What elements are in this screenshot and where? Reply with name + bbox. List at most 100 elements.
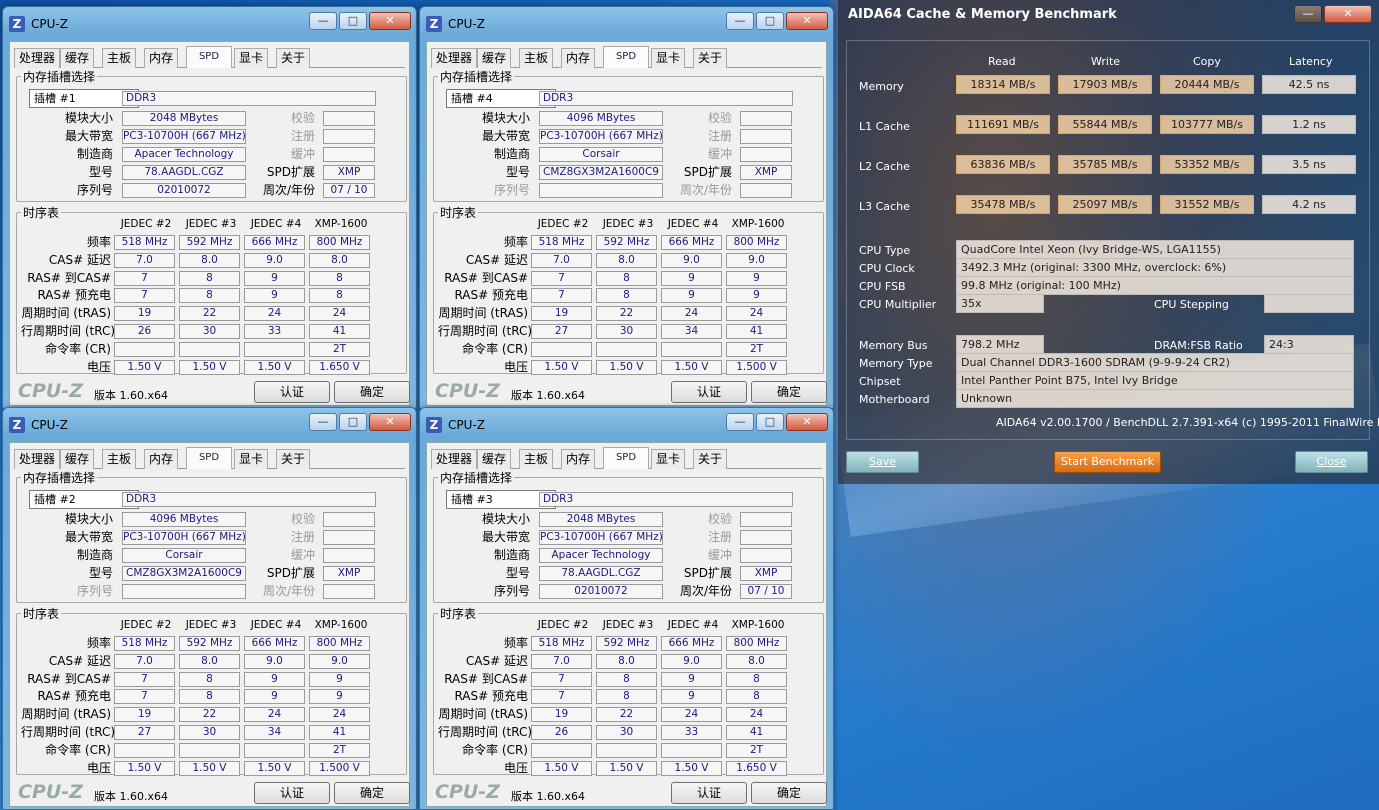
timing-cell: 9 <box>726 288 787 304</box>
minimize-button[interactable]: — <box>726 413 754 431</box>
ok-button[interactable]: 确定 <box>334 381 410 403</box>
title-bar[interactable]: Z CPU-Z — □ ✕ <box>3 408 416 438</box>
timing-row-label: CAS# 延迟 <box>465 653 528 668</box>
timing-cell: 8.0 <box>596 653 657 669</box>
aida-title: AIDA64 Cache & Memory Benchmark <box>848 7 1117 22</box>
tab-mainboard[interactable]: 主板 <box>519 449 554 469</box>
close-button[interactable]: ✕ <box>786 12 828 30</box>
bench-value: 3.5 ns <box>1262 155 1356 174</box>
timing-cell: 9 <box>244 689 305 705</box>
tab-mainboard[interactable]: 主板 <box>102 48 137 68</box>
maximize-button[interactable]: □ <box>756 12 784 30</box>
tab-cpu[interactable]: 处理器 <box>14 449 61 469</box>
tab-caches[interactable]: 缓存 <box>60 48 95 68</box>
timing-cell: 800 MHz <box>309 235 370 250</box>
timing-cell: 9 <box>661 270 722 286</box>
tab-memory[interactable]: 内存 <box>561 449 596 469</box>
timing-row-label: RAS# 到CAS# <box>27 671 111 686</box>
close-button[interactable]: ✕ <box>786 413 828 431</box>
timing-cell: 7 <box>531 270 592 286</box>
timing-row-label: 频率 <box>86 235 111 249</box>
tab-cpu[interactable]: 处理器 <box>431 449 478 469</box>
tab-spd[interactable]: SPD <box>186 447 232 469</box>
col-header: JEDEC #2 <box>120 218 172 230</box>
timing-row-label: RAS# 预充电 <box>37 288 111 303</box>
checksum-label: 校验 <box>707 111 732 125</box>
tab-cpu[interactable]: 处理器 <box>431 48 478 68</box>
bench-value: 63836 MB/s <box>956 155 1050 174</box>
manufacturer-label: 制造商 <box>76 548 113 562</box>
bench-value: 53352 MB/s <box>1160 155 1254 174</box>
title-bar[interactable]: Z CPU-Z — □ ✕ <box>3 7 416 37</box>
timing-cell: 800 MHz <box>309 636 370 651</box>
close-button[interactable]: ✕ <box>369 413 411 431</box>
timing-row-label: 行周期时间 (tRC) <box>21 324 116 338</box>
tab-mainboard[interactable]: 主板 <box>519 48 554 68</box>
tab-graphics[interactable]: 显卡 <box>234 449 269 469</box>
timing-row-label: 行周期时间 (tRC) <box>438 725 533 739</box>
manufacturer-value: Corsair <box>122 548 246 563</box>
tab-graphics[interactable]: 显卡 <box>234 48 269 68</box>
minimize-button[interactable]: — <box>309 12 337 30</box>
tab-memory[interactable]: 内存 <box>561 48 596 68</box>
col-header: JEDEC #2 <box>537 218 589 230</box>
tab-spd[interactable]: SPD <box>603 46 649 68</box>
timing-cell: 9.0 <box>726 252 787 268</box>
tab-memory[interactable]: 内存 <box>144 48 179 68</box>
timing-cell: 1.50 V <box>596 359 657 375</box>
tab-spd[interactable]: SPD <box>603 447 649 469</box>
tab-memory[interactable]: 内存 <box>144 449 179 469</box>
validate-button[interactable]: 认证 <box>671 782 747 804</box>
tab-caches[interactable]: 缓存 <box>477 48 512 68</box>
minimize-button[interactable]: — <box>726 12 754 30</box>
timing-row-label: 频率 <box>503 235 528 249</box>
col-header: XMP-1600 <box>731 218 785 230</box>
timing-cell: 8 <box>309 288 370 304</box>
ok-button[interactable]: 确定 <box>334 782 410 804</box>
close-window-button[interactable]: Close <box>1295 451 1368 473</box>
tab-about[interactable]: 关于 <box>276 449 311 469</box>
ok-button[interactable]: 确定 <box>751 381 827 403</box>
minimize-button[interactable]: — <box>309 413 337 431</box>
buffered-value <box>740 147 792 162</box>
buffered-label: 缓冲 <box>290 147 315 161</box>
tab-graphics[interactable]: 显卡 <box>651 449 686 469</box>
part-number-label: 型号 <box>505 566 530 580</box>
tab-mainboard[interactable]: 主板 <box>102 449 137 469</box>
col-header-copy: Copy <box>1193 55 1221 68</box>
tab-about[interactable]: 关于 <box>693 449 728 469</box>
tab-spd[interactable]: SPD <box>186 46 232 68</box>
minimize-button[interactable]: — <box>1294 5 1322 23</box>
timing-cell: 9 <box>309 689 370 705</box>
validate-button[interactable]: 认证 <box>254 381 330 403</box>
tab-cpu[interactable]: 处理器 <box>14 48 61 68</box>
serial-number-value: 02010072 <box>122 183 246 198</box>
close-button[interactable]: ✕ <box>1324 5 1372 23</box>
timing-cell: 1.50 V <box>179 760 240 776</box>
cpu-multiplier-value: 35x <box>956 294 1044 313</box>
timing-cell <box>531 742 592 758</box>
timing-cell: 22 <box>179 306 240 322</box>
ok-button[interactable]: 确定 <box>751 782 827 804</box>
validate-button[interactable]: 认证 <box>671 381 747 403</box>
start-benchmark-button[interactable]: Start Benchmark <box>1054 451 1161 473</box>
window-body: 处理器 缓存 主板 内存 SPD 显卡 关于 内存插槽选择 插槽 #2▼ DDR… <box>9 442 410 807</box>
tab-caches[interactable]: 缓存 <box>60 449 95 469</box>
timing-cell: 9 <box>661 671 722 687</box>
bench-value: 42.5 ns <box>1262 75 1356 94</box>
title-bar[interactable]: Z CPU-Z — □ ✕ <box>420 7 833 37</box>
maximize-button[interactable]: □ <box>339 413 367 431</box>
maximize-button[interactable]: □ <box>756 413 784 431</box>
close-button[interactable]: ✕ <box>369 12 411 30</box>
maximize-button[interactable]: □ <box>339 12 367 30</box>
validate-button[interactable]: 认证 <box>254 782 330 804</box>
timing-cell: 41 <box>309 725 370 740</box>
title-bar[interactable]: Z CPU-Z — □ ✕ <box>420 408 833 438</box>
tab-about[interactable]: 关于 <box>693 48 728 68</box>
tab-graphics[interactable]: 显卡 <box>651 48 686 68</box>
col-header-write: Write <box>1091 55 1121 68</box>
timings-group: 时序表 JEDEC #2 JEDEC #3 JEDEC #4 XMP-1600 … <box>16 204 407 375</box>
tab-about[interactable]: 关于 <box>276 48 311 68</box>
tab-caches[interactable]: 缓存 <box>477 449 512 469</box>
save-button[interactable]: Save <box>846 451 919 473</box>
